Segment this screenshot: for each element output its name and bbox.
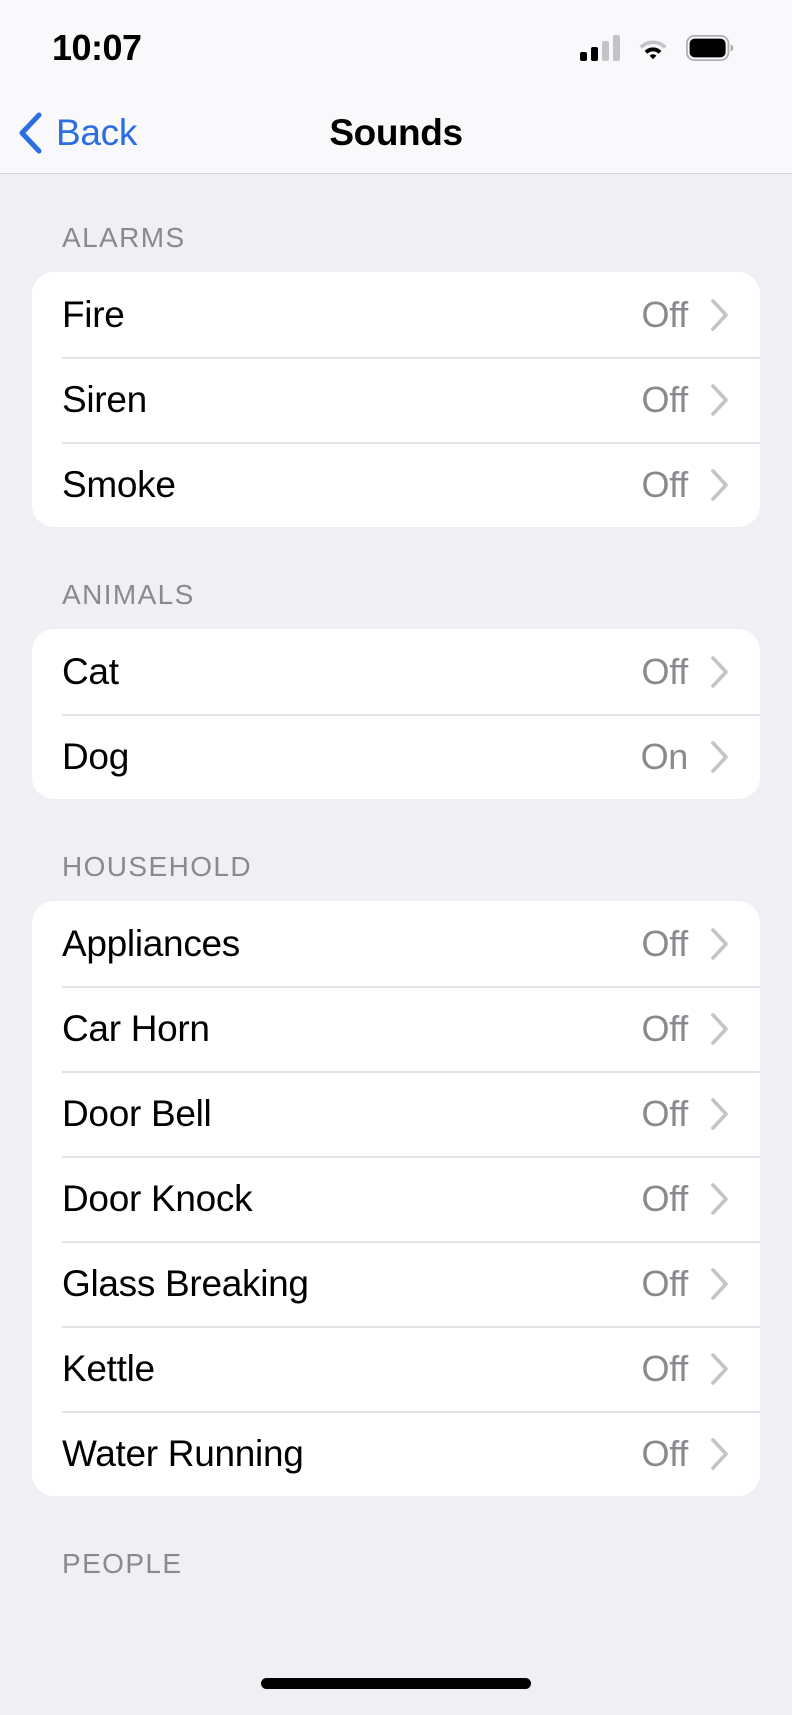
section-header: ALARMS bbox=[62, 222, 186, 253]
chevron-right-icon bbox=[711, 740, 728, 773]
chevron-right-icon bbox=[711, 1097, 728, 1130]
list-item[interactable]: Fire Off bbox=[32, 272, 760, 357]
back-button[interactable]: Back bbox=[0, 111, 137, 155]
status-bar-time: 10:07 bbox=[52, 27, 142, 68]
section-header: PEOPLE bbox=[62, 1548, 183, 1579]
list-item-value: Off bbox=[641, 1347, 689, 1389]
list-item-label: Fire bbox=[62, 293, 125, 335]
list-item-value: Off bbox=[641, 463, 689, 505]
settings-section: PEOPLE bbox=[0, 1496, 792, 1598]
home-indicator bbox=[261, 1678, 531, 1689]
list-item[interactable]: Dog On bbox=[32, 714, 760, 799]
chevron-right-icon bbox=[711, 1012, 728, 1045]
settings-card: Fire Off Siren Off Smoke Off bbox=[32, 272, 760, 527]
chevron-right-icon bbox=[711, 468, 728, 501]
list-item-value: Off bbox=[641, 1007, 689, 1049]
chevron-right-icon bbox=[711, 1352, 728, 1385]
list-item-label: Car Horn bbox=[62, 1007, 210, 1049]
list-item[interactable]: Door Bell Off bbox=[32, 1071, 760, 1156]
list-item-label: Door Knock bbox=[62, 1177, 253, 1219]
chevron-left-icon bbox=[19, 112, 42, 153]
list-item-value: Off bbox=[641, 1432, 689, 1474]
list-item-value: Off bbox=[641, 1262, 689, 1304]
cellular-signal-icon bbox=[580, 35, 620, 61]
chevron-right-icon bbox=[711, 655, 728, 688]
list-item-label: Kettle bbox=[62, 1347, 155, 1389]
settings-section: HOUSEHOLD Appliances Off Car Horn Off Door Be… bbox=[0, 799, 792, 1496]
list-item-label: Appliances bbox=[62, 922, 241, 964]
section-header: ANIMALS bbox=[62, 579, 195, 610]
settings-card: Appliances Off Car Horn Off Door Bell Off Door… bbox=[32, 901, 760, 1496]
settings-section: ANIMALS Cat Off Dog On bbox=[0, 527, 792, 799]
chevron-right-icon bbox=[711, 298, 728, 331]
list-item[interactable]: Smoke Off bbox=[32, 442, 760, 527]
list-item-value: Off bbox=[641, 293, 689, 335]
list-item[interactable]: Glass Breaking Off bbox=[32, 1241, 760, 1326]
list-item-label: Door Bell bbox=[62, 1092, 212, 1134]
list-item-label: Dog bbox=[62, 735, 129, 777]
status-bar: 10:07 bbox=[0, 0, 792, 92]
list-item[interactable]: Car Horn Off bbox=[32, 986, 760, 1071]
list-item-label: Glass Breaking bbox=[62, 1262, 309, 1304]
list-item-value: Off bbox=[641, 378, 689, 420]
list-item-label: Siren bbox=[62, 378, 147, 420]
list-item[interactable]: Appliances Off bbox=[32, 901, 760, 986]
list-item[interactable]: Cat Off bbox=[32, 629, 760, 714]
list-item-value: Off bbox=[641, 1092, 689, 1134]
list-item[interactable]: Door Knock Off bbox=[32, 1156, 760, 1241]
list-item[interactable]: Kettle Off bbox=[32, 1326, 760, 1411]
battery-icon bbox=[686, 35, 734, 61]
list-item-value: Off bbox=[641, 650, 689, 692]
chevron-right-icon bbox=[711, 1267, 728, 1300]
list-item-value: On bbox=[640, 735, 689, 777]
list-item-value: Off bbox=[641, 922, 689, 964]
wifi-icon bbox=[639, 40, 667, 60]
list-item-label: Cat bbox=[62, 650, 119, 692]
list-item[interactable]: Siren Off bbox=[32, 357, 760, 442]
chevron-right-icon bbox=[711, 1182, 728, 1215]
chevron-right-icon bbox=[711, 1437, 728, 1470]
back-button-label: Back bbox=[56, 111, 138, 153]
status-bar-icons bbox=[580, 31, 734, 61]
list-item[interactable]: Water Running Off bbox=[32, 1411, 760, 1496]
list-item-value: Off bbox=[641, 1177, 689, 1219]
chevron-right-icon bbox=[711, 383, 728, 416]
phone-screen: 10:07 Back Sounds ALARMS Fire Off Siren … bbox=[0, 0, 792, 1715]
section-header: HOUSEHOLD bbox=[62, 851, 252, 882]
settings-list[interactable]: ALARMS Fire Off Siren Off Smoke Off ANIMALS Cat O… bbox=[0, 174, 792, 1715]
chevron-right-icon bbox=[711, 927, 728, 960]
settings-section: ALARMS Fire Off Siren Off Smoke Off bbox=[0, 174, 792, 527]
settings-card: Cat Off Dog On bbox=[32, 629, 760, 799]
list-item-label: Smoke bbox=[62, 463, 176, 505]
list-item-label: Water Running bbox=[62, 1432, 304, 1474]
navigation-bar: Back Sounds bbox=[0, 92, 792, 174]
